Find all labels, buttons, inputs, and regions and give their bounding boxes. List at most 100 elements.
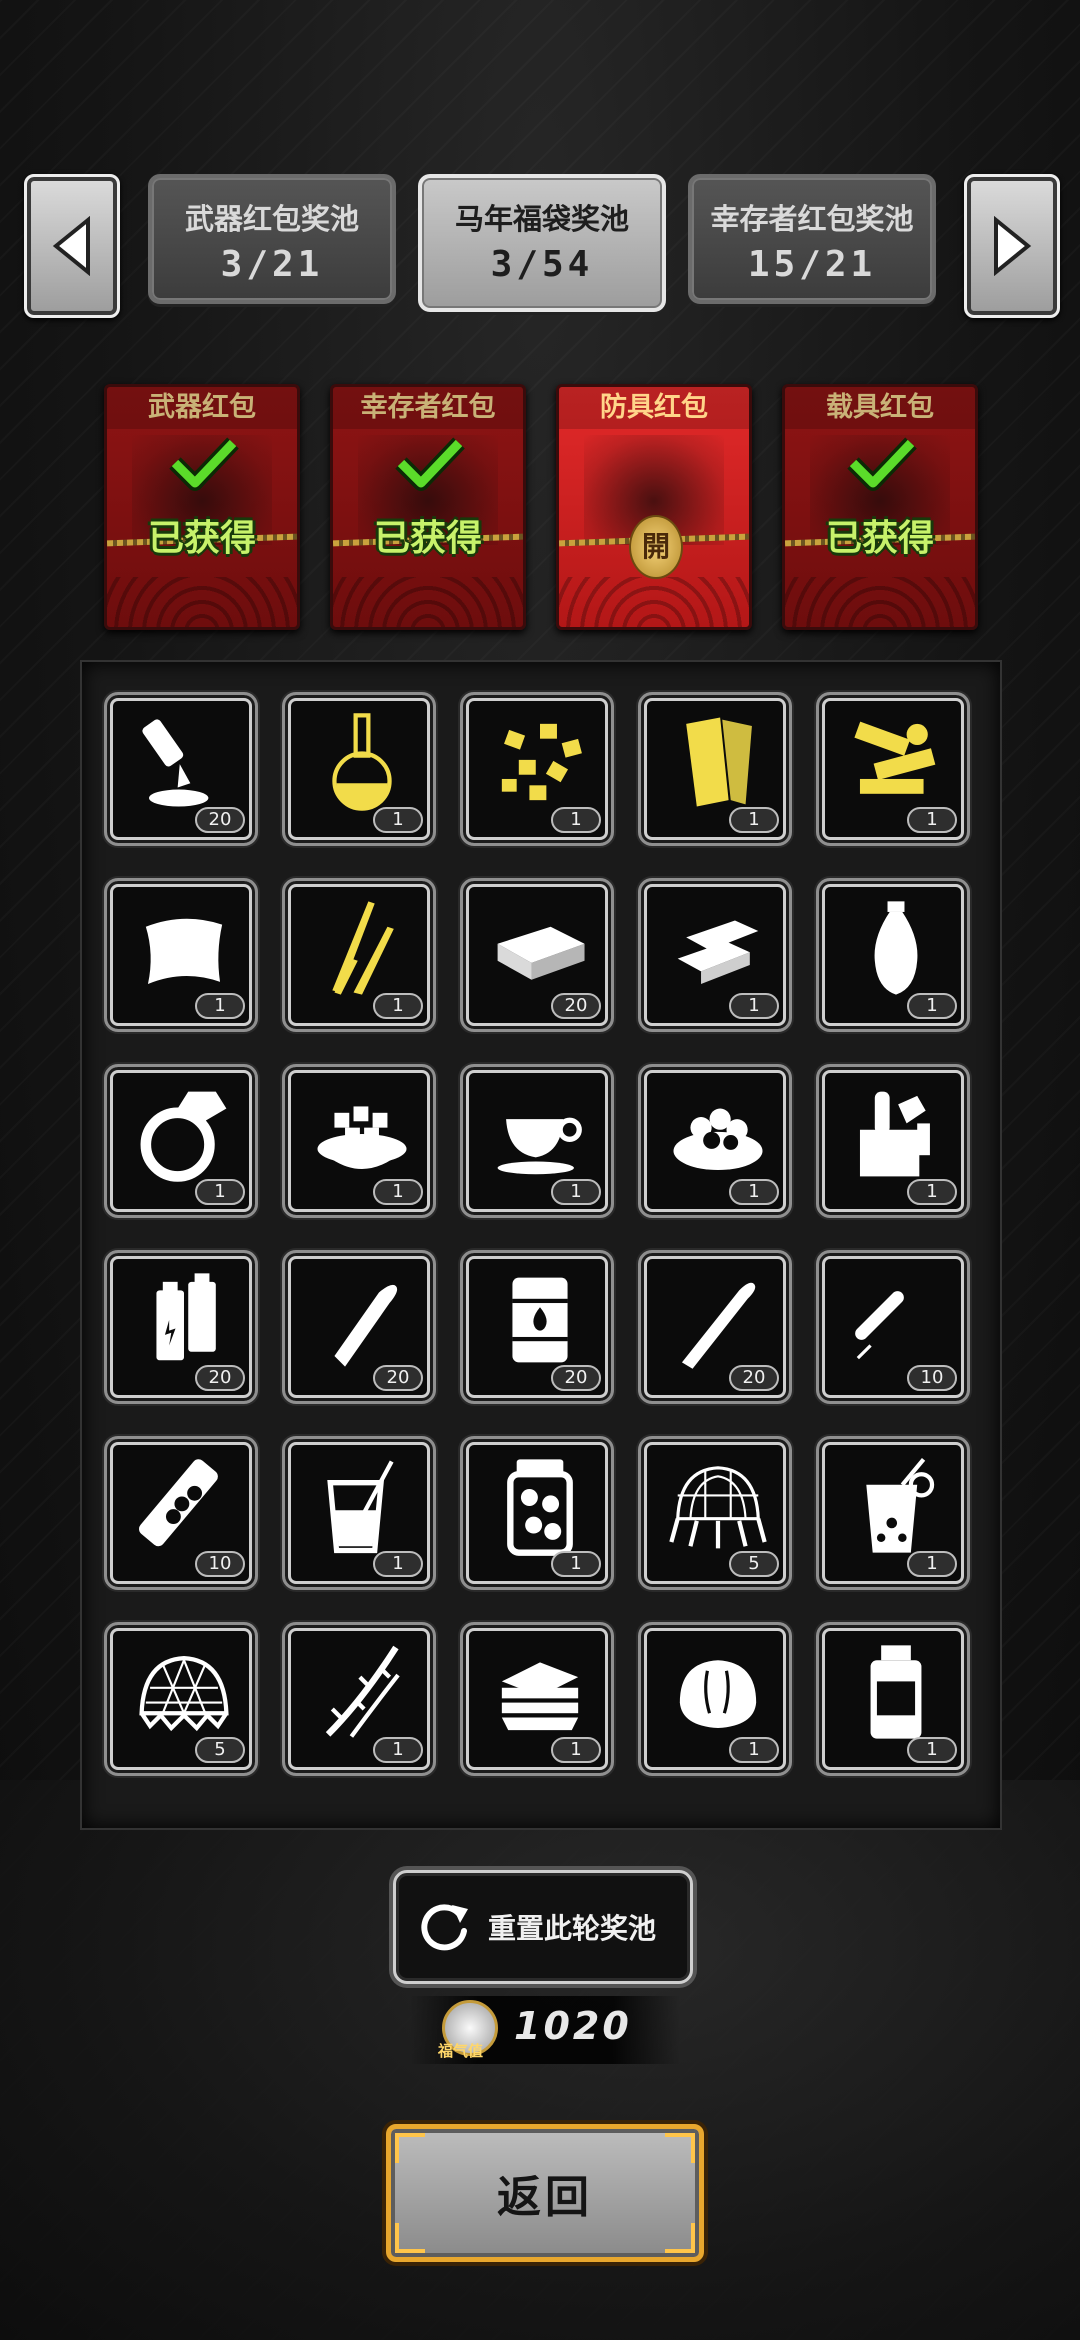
prev-pool-button[interactable] bbox=[24, 174, 120, 318]
fuel-barrel-icon bbox=[512, 1277, 568, 1363]
envelope-wave-pattern bbox=[559, 577, 749, 627]
reward-item-slot[interactable]: 5 bbox=[104, 1622, 258, 1776]
reward-items-panel[interactable]: 20 1 1 1 1 1 1 20 1 1 1 1 1 1 1 20 20 20 20 10 10 1 1 5 1 5 1 1 1 1 bbox=[80, 660, 1002, 1830]
item-quantity-badge: 1 bbox=[551, 1551, 601, 1577]
food-bowl-icon bbox=[317, 1106, 407, 1169]
reward-item-slot[interactable]: 1 bbox=[638, 1064, 792, 1218]
envelope-wave-pattern bbox=[785, 577, 975, 627]
item-quantity-badge: 1 bbox=[373, 1737, 423, 1763]
pool-tab-weapon[interactable]: 武器红包奖池 3/21 bbox=[148, 174, 396, 304]
reward-item-slot[interactable]: 1 bbox=[816, 878, 970, 1032]
pill-tube-icon bbox=[139, 1459, 218, 1547]
checkmark-icon bbox=[395, 437, 465, 491]
pool-tab-name: 幸存者红包奖池 bbox=[710, 202, 914, 236]
item-quantity-badge: 1 bbox=[195, 993, 245, 1019]
porcelain-vase-icon bbox=[874, 901, 918, 995]
reward-item-slot[interactable]: 5 bbox=[638, 1436, 792, 1590]
net-trap-icon bbox=[669, 1466, 767, 1549]
dumpling-plate-icon bbox=[673, 1108, 763, 1171]
obtained-label: 已获得 bbox=[147, 518, 256, 559]
reward-item-slot[interactable]: 10 bbox=[104, 1436, 258, 1590]
corner-ornament bbox=[395, 2133, 425, 2163]
reward-item-slot[interactable]: 1 bbox=[104, 1064, 258, 1218]
wire-mesh-icon bbox=[139, 1655, 229, 1732]
reward-items-grid: 20 1 1 1 1 1 1 20 1 1 1 1 1 1 1 20 20 20 20 10 10 1 1 5 1 5 1 1 1 1 bbox=[104, 692, 970, 1776]
reward-item-slot[interactable]: 20 bbox=[460, 1250, 614, 1404]
item-quantity-badge: 1 bbox=[729, 993, 779, 1019]
envelope-armor[interactable]: 防具红包 開 bbox=[556, 384, 752, 630]
envelope-wave-pattern bbox=[333, 577, 523, 627]
medicine-bottle-icon bbox=[870, 1645, 922, 1739]
item-quantity-badge: 20 bbox=[195, 807, 245, 833]
back-button[interactable]: 返回 bbox=[386, 2124, 704, 2262]
pool-tab-survivor[interactable]: 幸存者红包奖池 15/21 bbox=[688, 174, 936, 304]
checkmark-icon bbox=[169, 437, 239, 491]
reward-item-slot[interactable]: 1 bbox=[816, 1064, 970, 1218]
reward-item-slot[interactable]: 1 bbox=[460, 1436, 614, 1590]
corner-ornament bbox=[665, 2133, 695, 2163]
reward-item-slot[interactable]: 1 bbox=[816, 1622, 970, 1776]
checkmark-icon bbox=[847, 437, 917, 491]
diamond-ring-icon bbox=[140, 1091, 227, 1182]
reset-pool-button[interactable]: 重置此轮奖池 bbox=[393, 1870, 693, 1984]
open-seal[interactable]: 開 bbox=[629, 515, 683, 579]
reward-item-slot[interactable]: 1 bbox=[460, 692, 614, 846]
reward-item-slot[interactable]: 1 bbox=[638, 878, 792, 1032]
reward-item-slot[interactable]: 20 bbox=[104, 692, 258, 846]
next-pool-button[interactable] bbox=[964, 174, 1060, 318]
pool-tab-count: 3/54 bbox=[490, 244, 594, 285]
reward-item-slot[interactable]: 20 bbox=[104, 1250, 258, 1404]
corner-ornament bbox=[665, 2223, 695, 2253]
coffee-cup-icon bbox=[497, 1117, 582, 1175]
envelope-weapon[interactable]: 武器红包 已获得 bbox=[104, 384, 300, 630]
reward-item-slot[interactable]: 1 bbox=[282, 1436, 436, 1590]
corner-ornament bbox=[395, 2223, 425, 2253]
envelope-vehicle[interactable]: 载具红包 已获得 bbox=[782, 384, 978, 630]
reward-item-slot[interactable]: 1 bbox=[638, 692, 792, 846]
batteries-icon bbox=[156, 1273, 216, 1361]
reward-item-slot[interactable]: 1 bbox=[104, 878, 258, 1032]
reward-item-slot[interactable]: 1 bbox=[816, 1436, 970, 1590]
bread-icon bbox=[679, 1660, 757, 1729]
lemonade-icon bbox=[866, 1458, 935, 1553]
pickle-jar-icon bbox=[507, 1459, 573, 1556]
rifle-cartridge-icon bbox=[681, 1282, 756, 1369]
drink-glass-icon bbox=[327, 1460, 394, 1554]
fortune-caption: 福气值 bbox=[438, 2042, 484, 2060]
pool-tab-name: 武器红包奖池 bbox=[184, 202, 359, 236]
gold-bars-stack-icon bbox=[686, 717, 752, 807]
gold-nuggets-icon bbox=[501, 723, 582, 801]
item-quantity-badge: 1 bbox=[729, 1179, 779, 1205]
golden-sticks-icon bbox=[332, 901, 394, 995]
chemical-flask-icon bbox=[332, 713, 392, 811]
reward-item-slot[interactable]: 1 bbox=[282, 1064, 436, 1218]
gold-scrap-parts-icon bbox=[854, 721, 936, 794]
reward-item-slot[interactable]: 1 bbox=[816, 692, 970, 846]
item-quantity-badge: 5 bbox=[729, 1551, 779, 1577]
item-quantity-badge: 20 bbox=[729, 1365, 779, 1391]
reward-item-slot[interactable]: 10 bbox=[816, 1250, 970, 1404]
fortune-value: 1020 bbox=[514, 2004, 632, 2048]
reward-item-slot[interactable]: 20 bbox=[282, 1250, 436, 1404]
item-quantity-badge: 20 bbox=[195, 1365, 245, 1391]
item-quantity-badge: 1 bbox=[907, 993, 957, 1019]
reward-item-slot[interactable]: 1 bbox=[282, 878, 436, 1032]
sandwich-icon bbox=[501, 1662, 579, 1731]
reward-item-slot[interactable]: 20 bbox=[460, 878, 614, 1032]
thorn-branch-icon bbox=[325, 1645, 400, 1738]
reward-item-slot[interactable]: 1 bbox=[638, 1622, 792, 1776]
reward-item-slot[interactable]: 1 bbox=[282, 1622, 436, 1776]
reward-item-slot[interactable]: 1 bbox=[460, 1064, 614, 1218]
reward-item-slot[interactable]: 1 bbox=[460, 1622, 614, 1776]
fortune-value-display: 福气值 1020 bbox=[410, 1996, 680, 2064]
item-quantity-badge: 1 bbox=[729, 1737, 779, 1763]
envelope-survivor[interactable]: 幸存者红包 已获得 bbox=[330, 384, 526, 630]
glue-tube-icon bbox=[142, 719, 209, 807]
back-label: 返回 bbox=[497, 2172, 593, 2223]
obtained-label: 已获得 bbox=[825, 518, 934, 559]
envelope-title: 防具红包 bbox=[559, 387, 749, 429]
item-quantity-badge: 20 bbox=[551, 993, 601, 1019]
reward-item-slot[interactable]: 20 bbox=[638, 1250, 792, 1404]
reward-item-slot[interactable]: 1 bbox=[282, 692, 436, 846]
pool-tab-horse-year[interactable]: 马年福袋奖池 3/54 bbox=[418, 174, 666, 312]
